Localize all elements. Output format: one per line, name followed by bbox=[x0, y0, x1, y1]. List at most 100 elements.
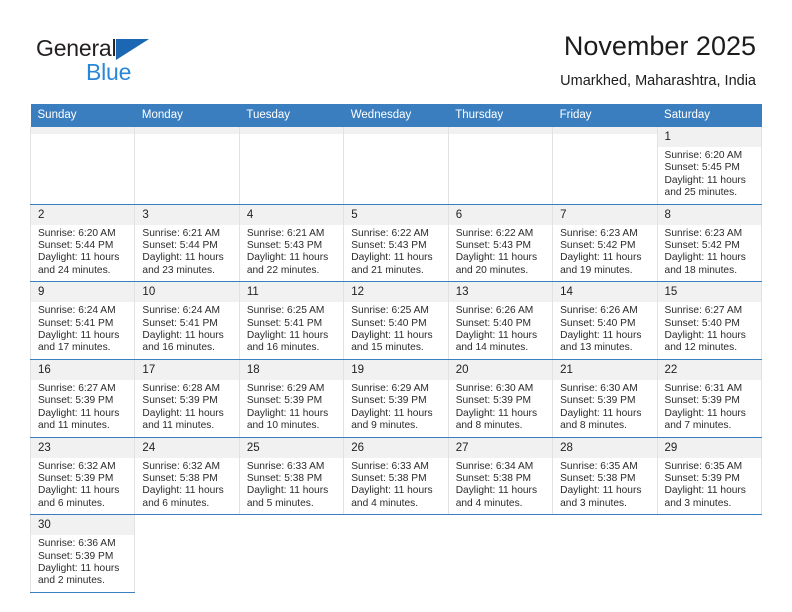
calendar-week-row: 2 Sunrise: 6:20 AM Sunset: 5:44 PM Daylight… bbox=[29, 204, 763, 283]
calendar-day-cell[interactable]: 7 Sunrise: 6:23 AM Sunset: 5:42 PM Daylight… bbox=[552, 204, 658, 283]
calendar-day-cell[interactable]: 24 Sunrise: 6:32 AM Sunset: 5:38 PM Dayligh… bbox=[134, 437, 240, 516]
calendar-day-cell[interactable]: 6 Sunrise: 6:22 AM Sunset: 5:43 PM Daylight… bbox=[447, 204, 554, 283]
daylight-text-line1: Daylight: 11 hours bbox=[351, 485, 433, 497]
sun-info: Sunrise: 6:34 AM Sunset: 5:38 PM Daylight:… bbox=[449, 458, 552, 515]
sunset-text: Sunset: 5:38 PM bbox=[455, 472, 532, 484]
daylight-text-line1: Daylight: 11 hours bbox=[246, 330, 329, 342]
weekday-header-wednesday: Wednesday bbox=[343, 104, 449, 127]
calendar-day-cell[interactable]: 11 Sunrise: 6:25 AM Sunset: 5:41 PM Dayligh… bbox=[238, 281, 345, 360]
day-number bbox=[135, 127, 239, 134]
sunset-text: Sunset: 5:43 PM bbox=[455, 240, 532, 252]
calendar-cell-empty[interactable] bbox=[238, 127, 345, 205]
calendar-day-cell[interactable]: 27 Sunrise: 6:34 AM Sunset: 5:38 PM Dayligh… bbox=[447, 437, 554, 516]
calendar-day-cell[interactable]: 28 Sunrise: 6:35 AM Sunset: 5:38 PM Dayligh… bbox=[552, 437, 658, 516]
sunset-text: Sunset: 5:39 PM bbox=[142, 395, 218, 407]
sunrise-text: Sunrise: 6:33 AM bbox=[351, 460, 429, 472]
calendar-day-cell[interactable]: 25 Sunrise: 6:33 AM Sunset: 5:38 PM Dayligh… bbox=[238, 437, 345, 516]
calendar-cell-empty[interactable] bbox=[29, 127, 136, 205]
calendar-week-row: 30 Sunrise: 6:36 AM Sunset: 5:39 PM Dayligh… bbox=[29, 514, 762, 593]
sun-info: Sunrise: 6:30 AM Sunset: 5:39 PM Daylight:… bbox=[449, 380, 552, 437]
daylight-text-line2: and 15 minutes. bbox=[351, 342, 424, 354]
calendar-day-cell[interactable]: 23 Sunrise: 6:32 AM Sunset: 5:39 PM Dayligh… bbox=[29, 437, 136, 516]
sunset-text: Sunset: 5:38 PM bbox=[560, 472, 636, 484]
sunrise-text: Sunrise: 6:35 AM bbox=[664, 460, 743, 472]
daylight-text-line2: and 9 minutes. bbox=[351, 420, 419, 432]
calendar-day-cell[interactable]: 22 Sunrise: 6:31 AM Sunset: 5:39 PM Dayligh… bbox=[656, 359, 763, 438]
calendar-day-cell[interactable]: 21 Sunrise: 6:30 AM Sunset: 5:39 PM Dayligh… bbox=[552, 359, 658, 438]
calendar-day-cell[interactable]: 29 Sunrise: 6:35 AM Sunset: 5:39 PM Dayligh… bbox=[656, 437, 763, 516]
daylight-text-line2: and 7 minutes. bbox=[664, 420, 732, 432]
daylight-text-line1: Daylight: 11 hours bbox=[142, 407, 224, 419]
sunset-text: Sunset: 5:39 PM bbox=[455, 395, 532, 407]
day-number bbox=[448, 127, 553, 134]
sun-info: Sunrise: 6:35 AM Sunset: 5:38 PM Daylight:… bbox=[553, 458, 656, 515]
daylight-text-line1: Daylight: 11 hours bbox=[560, 252, 642, 264]
day-number: 19 bbox=[344, 359, 448, 380]
sunset-text: Sunset: 5:40 PM bbox=[560, 317, 636, 329]
calendar-day-cell[interactable]: 1 Sunrise: 6:20 AM Sunset: 5:45 PM Daylight… bbox=[656, 127, 763, 205]
sunrise-text: Sunrise: 6:21 AM bbox=[246, 227, 325, 239]
calendar-day-cell[interactable]: 8 Sunrise: 6:23 AM Sunset: 5:42 PM Daylight… bbox=[656, 204, 763, 283]
calendar-day-cell[interactable]: 15 Sunrise: 6:27 AM Sunset: 5:40 PM Dayligh… bbox=[656, 281, 763, 360]
sunrise-text: Sunrise: 6:20 AM bbox=[38, 227, 116, 239]
day-number: 8 bbox=[657, 204, 761, 225]
calendar-cell-empty[interactable] bbox=[447, 127, 554, 205]
calendar-day-cell[interactable]: 5 Sunrise: 6:22 AM Sunset: 5:43 PM Daylight… bbox=[343, 204, 449, 283]
day-number: 25 bbox=[239, 437, 344, 458]
sunset-text: Sunset: 5:44 PM bbox=[142, 240, 218, 252]
daylight-text-line1: Daylight: 11 hours bbox=[142, 330, 224, 342]
day-number: 17 bbox=[135, 359, 239, 380]
weekday-header-sunday: Sunday bbox=[30, 104, 135, 127]
calendar-day-cell[interactable]: 16 Sunrise: 6:27 AM Sunset: 5:39 PM Dayligh… bbox=[29, 359, 136, 438]
calendar-day-cell[interactable]: 4 Sunrise: 6:21 AM Sunset: 5:43 PM Daylight… bbox=[238, 204, 345, 283]
calendar-day-cell[interactable]: 3 Sunrise: 6:21 AM Sunset: 5:44 PM Daylight… bbox=[134, 204, 240, 283]
daylight-text-line1: Daylight: 11 hours bbox=[142, 252, 224, 264]
sunset-text: Sunset: 5:41 PM bbox=[142, 317, 218, 329]
calendar-cell-empty[interactable] bbox=[134, 127, 240, 205]
calendar-day-cell[interactable]: 19 Sunrise: 6:29 AM Sunset: 5:39 PM Dayligh… bbox=[343, 359, 449, 438]
calendar-cell-empty[interactable] bbox=[552, 127, 658, 205]
calendar-day-cell[interactable]: 9 Sunrise: 6:24 AM Sunset: 5:41 PM Daylight… bbox=[29, 281, 136, 360]
sunrise-text: Sunrise: 6:27 AM bbox=[664, 305, 743, 317]
sunrise-text: Sunrise: 6:25 AM bbox=[351, 305, 429, 317]
sun-info: Sunrise: 6:29 AM Sunset: 5:39 PM Daylight:… bbox=[344, 380, 447, 437]
sunrise-text: Sunrise: 6:22 AM bbox=[455, 227, 534, 239]
triangle-icon bbox=[116, 39, 149, 60]
calendar-day-cell[interactable]: 30 Sunrise: 6:36 AM Sunset: 5:39 PM Dayligh… bbox=[29, 514, 136, 593]
daylight-text-line2: and 17 minutes. bbox=[38, 342, 111, 354]
calendar-day-cell[interactable]: 20 Sunrise: 6:30 AM Sunset: 5:39 PM Dayligh… bbox=[447, 359, 554, 438]
daylight-text-line1: Daylight: 11 hours bbox=[664, 252, 746, 264]
general-blue-logo[interactable]: General Blue bbox=[36, 35, 166, 87]
sun-info: Sunrise: 6:32 AM Sunset: 5:39 PM Daylight:… bbox=[31, 458, 134, 515]
calendar-day-cell[interactable]: 2 Sunrise: 6:20 AM Sunset: 5:44 PM Daylight… bbox=[29, 204, 136, 283]
calendar-cell-empty[interactable] bbox=[343, 127, 449, 205]
calendar-day-cell[interactable]: 14 Sunrise: 6:26 AM Sunset: 5:40 PM Dayligh… bbox=[552, 281, 658, 360]
calendar-day-cell[interactable]: 10 Sunrise: 6:24 AM Sunset: 5:41 PM Dayligh… bbox=[134, 281, 240, 360]
day-number: 28 bbox=[553, 437, 657, 458]
calendar-day-cell[interactable]: 18 Sunrise: 6:29 AM Sunset: 5:39 PM Dayligh… bbox=[238, 359, 345, 438]
sunset-text: Sunset: 5:39 PM bbox=[38, 472, 114, 484]
day-number: 1 bbox=[657, 127, 761, 147]
daylight-text-line2: and 11 minutes. bbox=[38, 420, 110, 432]
daylight-text-line2: and 16 minutes. bbox=[246, 342, 320, 354]
sunset-text: Sunset: 5:40 PM bbox=[664, 317, 740, 329]
calendar-day-cell[interactable]: 13 Sunrise: 6:26 AM Sunset: 5:40 PM Dayligh… bbox=[447, 281, 554, 360]
weekday-header-monday: Monday bbox=[134, 104, 240, 127]
sun-info: Sunrise: 6:20 AM Sunset: 5:45 PM Daylight:… bbox=[658, 147, 761, 204]
sunset-text: Sunset: 5:42 PM bbox=[560, 240, 636, 252]
daylight-text-line2: and 14 minutes. bbox=[455, 342, 529, 354]
sunset-text: Sunset: 5:39 PM bbox=[38, 550, 114, 562]
calendar-cell-blank bbox=[134, 514, 240, 593]
daylight-text-line1: Daylight: 11 hours bbox=[38, 485, 120, 497]
calendar-day-cell[interactable]: 26 Sunrise: 6:33 AM Sunset: 5:38 PM Dayligh… bbox=[343, 437, 449, 516]
daylight-text-line2: and 8 minutes. bbox=[455, 420, 523, 432]
calendar-day-cell[interactable]: 17 Sunrise: 6:28 AM Sunset: 5:39 PM Dayligh… bbox=[134, 359, 240, 438]
day-number: 16 bbox=[31, 359, 135, 380]
sun-info: Sunrise: 6:32 AM Sunset: 5:38 PM Daylight:… bbox=[135, 458, 238, 515]
calendar-day-cell[interactable]: 12 Sunrise: 6:25 AM Sunset: 5:40 PM Dayligh… bbox=[343, 281, 449, 360]
sunset-text: Sunset: 5:39 PM bbox=[560, 395, 636, 407]
sunset-text: Sunset: 5:40 PM bbox=[455, 317, 532, 329]
day-number: 7 bbox=[553, 204, 657, 225]
calendar-week-row: 23 Sunrise: 6:32 AM Sunset: 5:39 PM Dayligh… bbox=[29, 437, 763, 516]
sunset-text: Sunset: 5:38 PM bbox=[142, 472, 218, 484]
